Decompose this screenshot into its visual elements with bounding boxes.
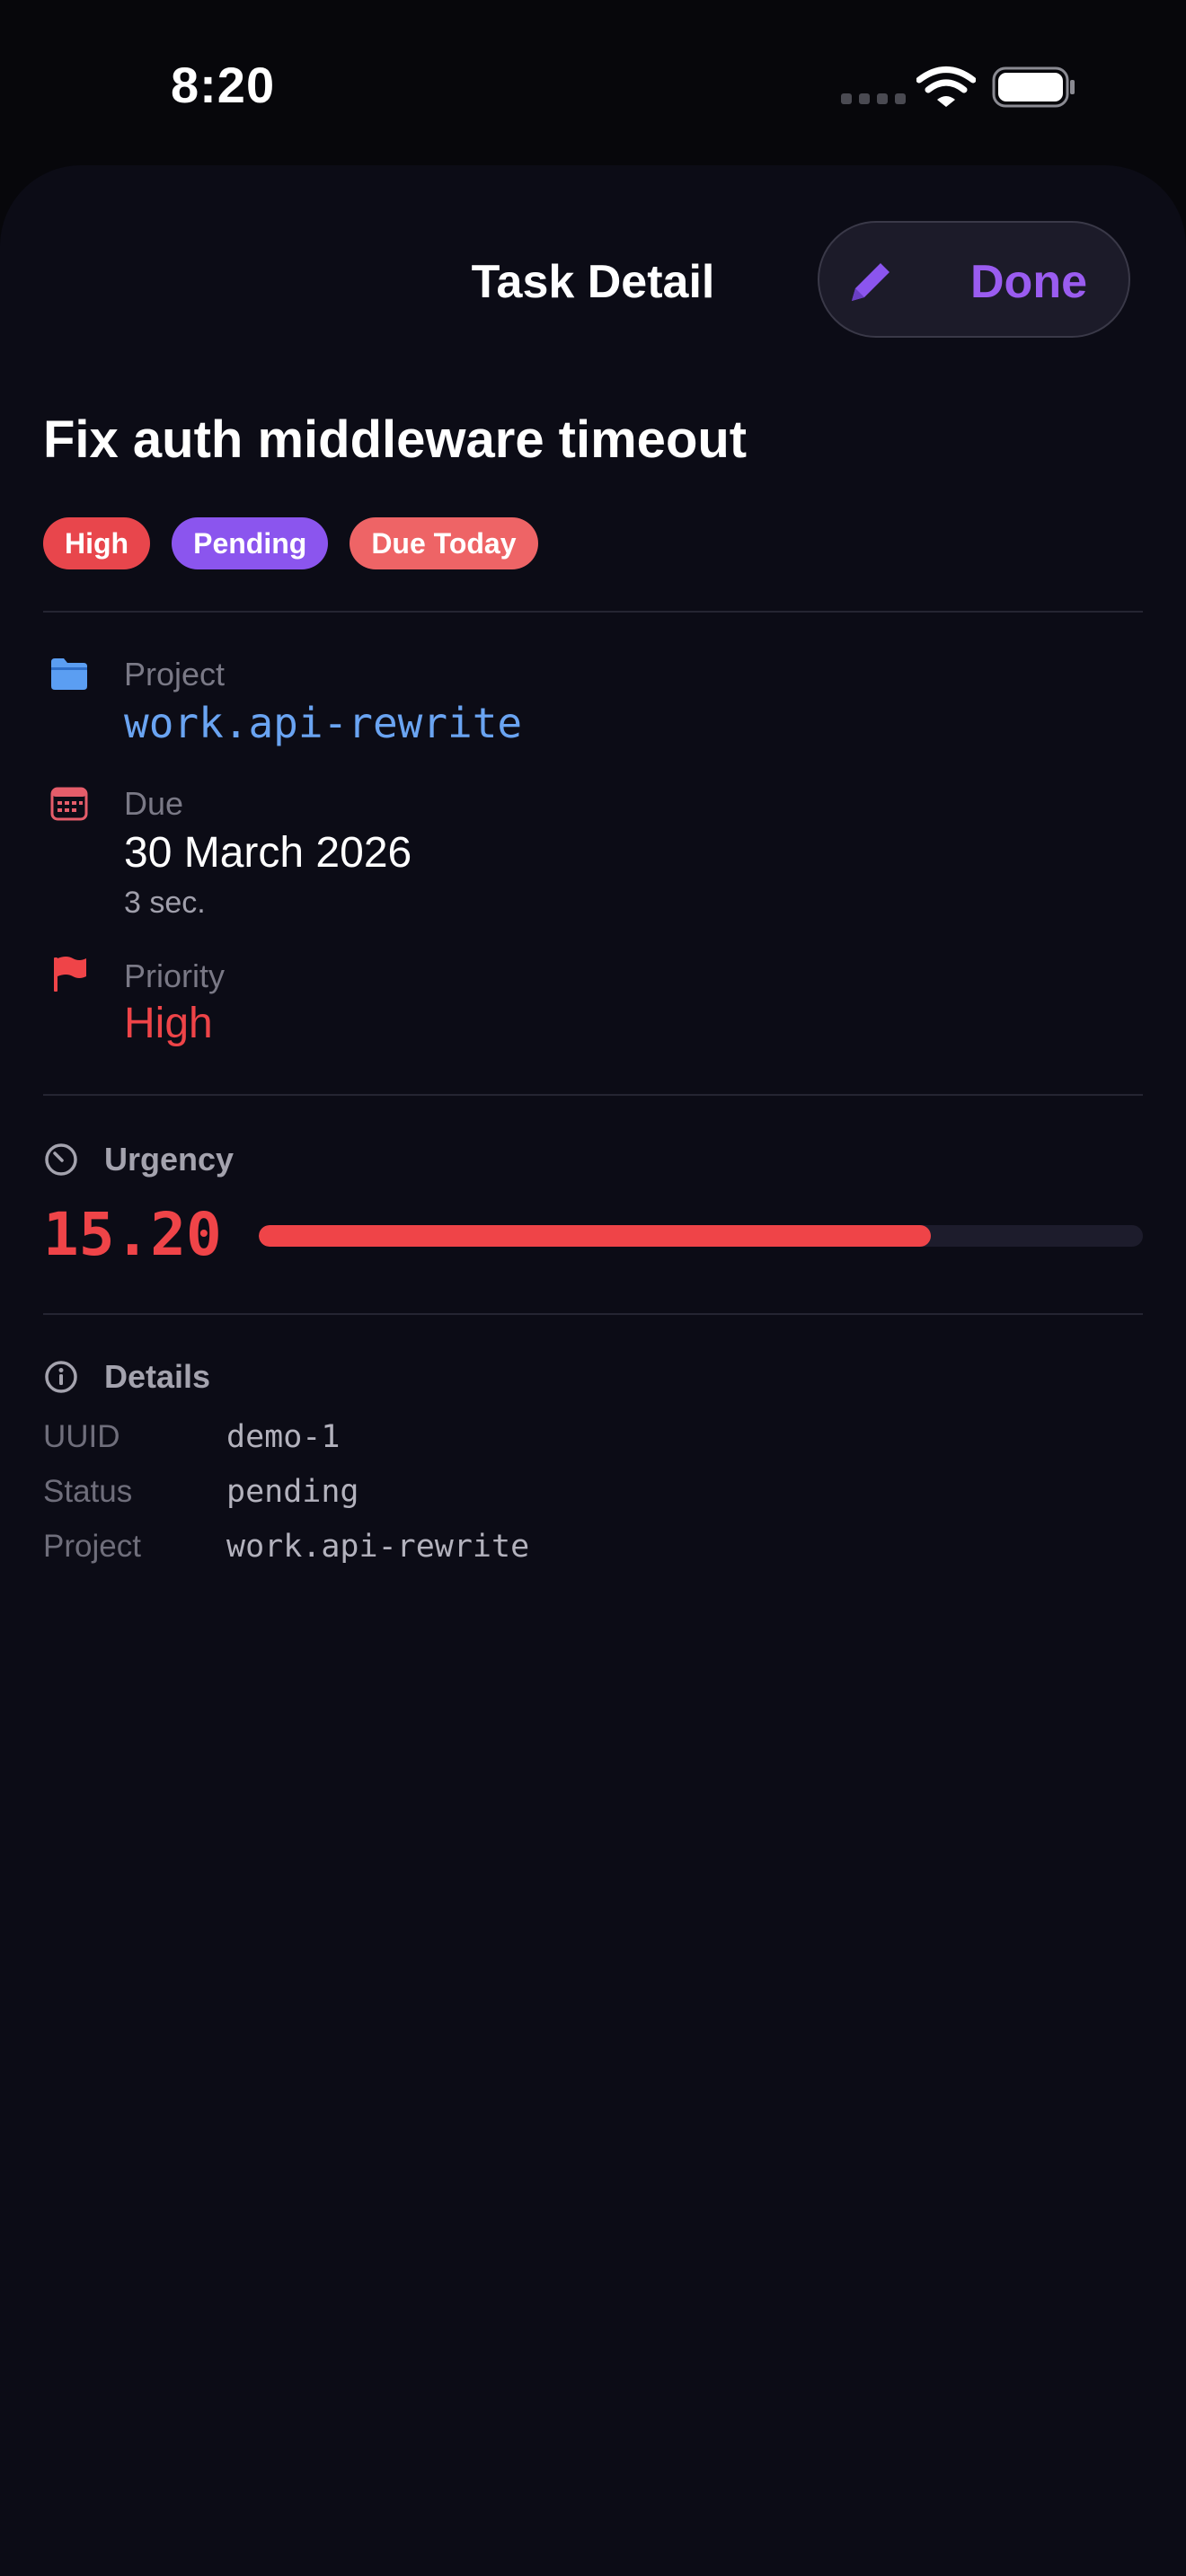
due-badge: Due Today bbox=[350, 517, 538, 569]
flag-icon bbox=[54, 957, 86, 992]
details-label: Details bbox=[104, 1358, 211, 1395]
task-title: Fix auth middleware timeout bbox=[43, 410, 748, 469]
wifi-icon bbox=[916, 66, 976, 107]
urgency-label: Urgency bbox=[104, 1141, 235, 1178]
info-icon bbox=[45, 1361, 77, 1393]
due-label: Due bbox=[124, 785, 184, 822]
toolbar-pill: Done bbox=[818, 221, 1130, 338]
urgency-bar-fill bbox=[259, 1225, 931, 1247]
status-bar: 8:20 bbox=[0, 0, 1186, 171]
gauge-icon bbox=[45, 1143, 77, 1176]
detail-key: Status bbox=[43, 1474, 133, 1509]
detail-key: Project bbox=[43, 1529, 141, 1564]
divider bbox=[43, 1094, 1143, 1096]
battery-icon bbox=[992, 66, 1075, 108]
project-label: Project bbox=[124, 656, 226, 693]
detail-value: pending bbox=[226, 1474, 359, 1510]
folder-icon bbox=[51, 658, 87, 690]
urgency-header: Urgency bbox=[43, 1141, 234, 1178]
status-time: 8:20 bbox=[171, 57, 276, 113]
priority-badge: High bbox=[43, 517, 151, 569]
calendar-icon bbox=[50, 787, 88, 821]
detail-key: UUID bbox=[43, 1419, 120, 1454]
priority-label: Priority bbox=[124, 957, 226, 994]
details-header: Details bbox=[43, 1358, 210, 1396]
detail-value: demo-1 bbox=[226, 1419, 341, 1455]
divider bbox=[43, 1313, 1143, 1315]
badge-row: High Pending Due Today bbox=[43, 517, 538, 569]
done-button[interactable]: Done bbox=[970, 255, 1087, 309]
urgency-value: 15.20 bbox=[43, 1200, 222, 1269]
priority-value: High bbox=[124, 1000, 213, 1047]
due-value: 30 March 2026 bbox=[124, 829, 412, 877]
cellular-signal-icon bbox=[841, 93, 906, 104]
pencil-icon[interactable] bbox=[841, 252, 898, 310]
due-relative: 3 sec. bbox=[124, 886, 206, 920]
status-badge: Pending bbox=[172, 517, 329, 569]
divider bbox=[43, 611, 1143, 613]
detail-value: work.api-rewrite bbox=[226, 1529, 530, 1565]
project-value[interactable]: work.api-rewrite bbox=[124, 699, 522, 747]
urgency-bar bbox=[259, 1225, 1143, 1247]
